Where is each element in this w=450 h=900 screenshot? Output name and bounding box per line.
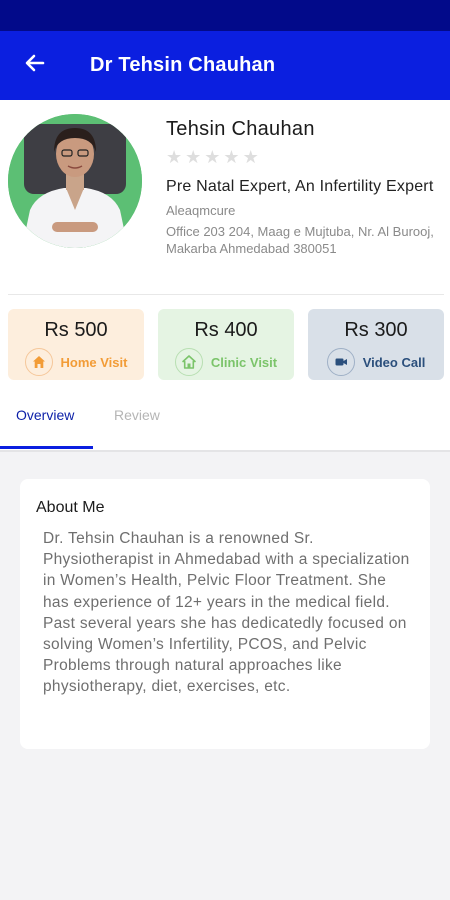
home-visit-option[interactable]: Rs 500 Home Visit — [8, 309, 144, 380]
back-button[interactable] — [20, 51, 50, 81]
video-call-label: Video Call — [362, 354, 426, 370]
clinic-icon — [174, 348, 203, 376]
home-icon — [24, 348, 53, 376]
clinic-visit-option[interactable]: Rs 400 Clinic Visit — [158, 309, 294, 380]
doctor-specialty: Pre Natal Expert, An Infertility Expert — [166, 178, 434, 195]
about-title: About Me — [36, 499, 105, 516]
status-bar — [0, 0, 450, 31]
tab-overview[interactable]: Overview — [16, 407, 74, 423]
doctor-name: Tehsin Chauhan — [166, 118, 315, 140]
clinic-visit-price: Rs 400 — [194, 319, 258, 341]
app-bar: Dr Tehsin Chauhan — [0, 31, 450, 100]
doctor-address: Office 203 204, Maag e Mujtuba, Nr. Al B… — [166, 224, 434, 256]
divider — [8, 294, 444, 295]
page-title: Dr Tehsin Chauhan — [90, 54, 276, 76]
clinic-visit-label: Clinic Visit — [210, 354, 278, 370]
star-icon: ★ — [242, 147, 259, 167]
home-visit-price: Rs 500 — [44, 319, 108, 341]
home-visit-label: Home Visit — [60, 354, 128, 370]
doctor-organization: Aleaqmcure — [166, 203, 236, 218]
arrow-left-icon — [23, 51, 47, 80]
tab-bar: Overview Review — [0, 393, 450, 452]
doctor-info: Tehsin Chauhan ★ ★ ★ ★ ★ Pre Natal Exper… — [166, 118, 436, 257]
active-tab-indicator — [0, 446, 93, 449]
doctor-avatar — [8, 114, 142, 248]
star-icon: ★ — [223, 147, 240, 167]
video-camera-icon — [326, 348, 355, 376]
star-icon: ★ — [204, 147, 221, 167]
doctor-profile-card: Tehsin Chauhan ★ ★ ★ ★ ★ Pre Natal Exper… — [0, 100, 450, 452]
tab-bar-divider — [0, 450, 450, 452]
about-text: Dr. Tehsin Chauhan is a renowned Sr. Phy… — [43, 530, 410, 696]
video-call-price: Rs 300 — [344, 319, 408, 341]
video-call-option[interactable]: Rs 300 Video Call — [308, 309, 444, 380]
about-card: About Me Dr. Tehsin Chauhan is a renowne… — [20, 479, 430, 749]
star-icon: ★ — [166, 147, 183, 167]
rating-stars: ★ ★ ★ ★ ★ — [166, 147, 436, 167]
star-icon: ★ — [185, 147, 202, 167]
tab-review[interactable]: Review — [114, 407, 160, 423]
